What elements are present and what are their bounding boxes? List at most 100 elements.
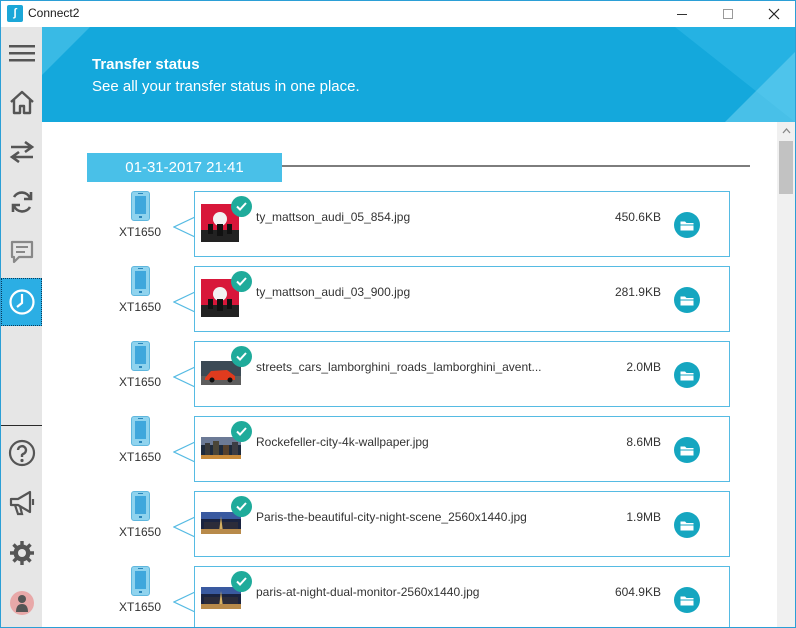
transfer-card[interactable]: ty_mattson_audi_03_900.jpg 281.9KB [194,266,730,332]
announcements-button[interactable] [1,479,42,527]
phone-icon [131,266,150,296]
account-button[interactable] [1,579,42,627]
file-name: streets_cars_lamborghini_roads_lamborghi… [256,360,542,374]
file-size: 2.0MB [626,360,661,374]
device-name: XT1650 [118,525,162,539]
chevron-up-icon [782,128,790,134]
folder-icon [680,296,694,305]
date-divider [282,165,750,167]
bubble-pointer [173,516,195,538]
scroll-thumb[interactable] [779,141,793,194]
vertical-scrollbar[interactable] [777,122,795,627]
date-heading: 01-31-2017 21:41 [87,153,282,182]
transfer-card[interactable]: Paris-the-beautiful-city-night-scene_256… [194,491,730,557]
phone-icon [131,566,150,596]
close-icon [768,8,780,20]
transfer-button[interactable] [1,128,42,176]
folder-icon [680,446,694,455]
file-name: Rockefeller-city-4k-wallpaper.jpg [256,435,429,449]
bubble-pointer [173,591,195,613]
check-icon [231,496,252,517]
sidebar-divider [1,425,42,426]
open-folder-button[interactable] [674,587,700,613]
transfer-row: XT1650 Rockefeller-city-4k-wallpaper.jpg 8… [42,416,777,482]
open-folder-button[interactable] [674,437,700,463]
megaphone-icon [9,490,34,516]
device: XT1650 [112,491,168,557]
settings-button[interactable] [1,529,42,577]
messages-button[interactable] [1,228,42,276]
device: XT1650 [112,416,168,482]
transfer-card[interactable]: ty_mattson_audi_05_854.jpg 450.6KB [194,191,730,257]
device: XT1650 [112,341,168,407]
app-logo-icon: ʃ [7,5,23,22]
check-icon [231,346,252,367]
file-name: Paris-the-beautiful-city-night-scene_256… [256,510,527,524]
device: XT1650 [112,566,168,627]
device-name: XT1650 [118,375,162,389]
menu-icon [8,45,35,62]
page-title: Transfer status [92,56,200,73]
user-icon [9,591,34,615]
open-folder-button[interactable] [674,287,700,313]
home-icon [9,90,34,115]
device-name: XT1650 [118,600,162,614]
check-icon [231,571,252,592]
close-button[interactable] [751,1,795,27]
bubble-pointer [173,366,195,388]
file-size: 450.6KB [614,210,661,224]
scroll-up-button[interactable] [777,122,795,140]
sync-button[interactable] [1,178,42,226]
transfer-row: XT1650 Paris-the-beautiful-city-night-sce… [42,491,777,557]
app-window: ʃ Connect2 Transfer status See all your … [0,0,796,628]
open-folder-button[interactable] [674,212,700,238]
folder-icon [680,371,694,380]
phone-icon [131,491,150,521]
transfer-card[interactable]: paris-at-night-dual-monitor-2560x1440.jp… [194,566,730,627]
phone-icon [131,191,150,221]
phone-icon [131,416,150,446]
messages-icon [10,240,33,264]
transfer-row: XT1650 streets_cars_lamborghini_roads_lam… [42,341,777,407]
folder-icon [680,596,694,605]
bubble-pointer [173,441,195,463]
check-icon [231,421,252,442]
menu-button[interactable] [1,29,42,77]
device-name: XT1650 [118,225,162,239]
transfer-row: XT1650 ty_mattson_audi_05_854.jpg 450.6KB [42,191,777,257]
minimize-button[interactable] [659,1,705,27]
file-name: paris-at-night-dual-monitor-2560x1440.jp… [256,585,480,599]
check-icon [231,271,252,292]
phone-icon [131,341,150,371]
title-bar: ʃ Connect2 [1,1,795,27]
open-folder-button[interactable] [674,362,700,388]
maximize-button[interactable] [705,1,751,27]
device: XT1650 [112,266,168,332]
page-header: Transfer status See all your transfer st… [42,27,795,122]
transfer-card[interactable]: streets_cars_lamborghini_roads_lamborghi… [194,341,730,407]
transfer-row: XT1650 paris-at-night-dual-monitor-2560x1… [42,566,777,627]
device: XT1650 [112,191,168,257]
minimize-icon [677,13,687,15]
file-name: ty_mattson_audi_03_900.jpg [256,285,411,299]
bubble-pointer [173,291,195,313]
device-name: XT1650 [118,300,162,314]
check-icon [231,196,252,217]
folder-icon [680,221,694,230]
transfer-list: 01-31-2017 21:41 XT1650 ty_mattson_audi_0… [42,122,777,627]
history-icon [8,289,35,315]
device-name: XT1650 [118,450,162,464]
help-icon [8,439,35,467]
file-size: 604.9KB [614,585,661,599]
open-folder-button[interactable] [674,512,700,538]
transfer-card[interactable]: Rockefeller-city-4k-wallpaper.jpg 8.6MB [194,416,730,482]
maximize-icon [723,9,733,19]
history-button[interactable] [1,278,42,326]
gear-icon [9,541,34,565]
home-button[interactable] [1,78,42,126]
help-button[interactable] [1,429,42,477]
sync-icon [11,191,32,213]
folder-icon [680,521,694,530]
bubble-pointer [173,216,195,238]
page-subtitle: See all your transfer status in one plac… [92,78,360,95]
